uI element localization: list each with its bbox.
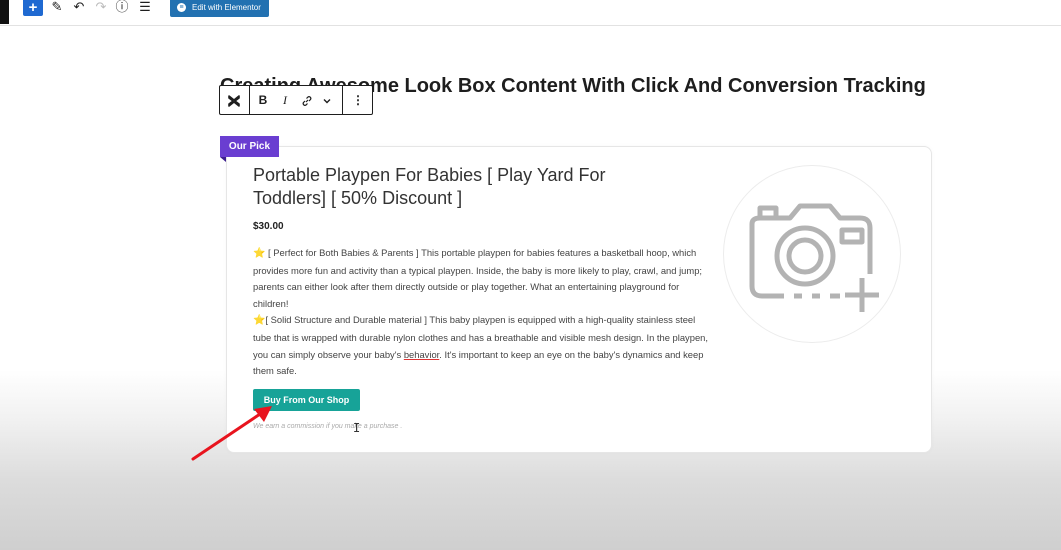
red-arrow-icon: [191, 406, 272, 461]
options-button[interactable]: ⋮: [344, 86, 372, 114]
star-icon: ⭐: [253, 248, 266, 259]
product-title[interactable]: Portable Playpen For Babies [ Play Yard …: [253, 164, 673, 210]
description-paragraph: ⭐ [ Perfect for Both Babies & Parents ] …: [253, 245, 713, 312]
toolbar-divider: [342, 86, 343, 114]
spellcheck-word: behavior: [403, 348, 440, 360]
undo-icon[interactable]: ↶: [71, 0, 87, 16]
italic-button[interactable]: I: [276, 86, 294, 114]
star-icon: ⭐: [253, 315, 266, 327]
link-button[interactable]: [298, 86, 316, 114]
lookbox-block-icon: [228, 95, 240, 107]
chevron-down-icon: [323, 98, 331, 104]
link-icon: [302, 95, 312, 106]
redo-icon[interactable]: ↷: [93, 0, 109, 16]
badge-ribbon-fold: [220, 157, 226, 162]
edit-tools-icon[interactable]: ✎: [49, 0, 65, 16]
details-info-icon[interactable]: ⓘ: [114, 0, 130, 16]
product-description: ⭐ [ Perfect for Both Babies & Parents ] …: [253, 245, 713, 380]
block-toolbar: B I ⋮: [219, 85, 373, 115]
editor-top-toolbar: + ✎ ↶ ↷ ⓘ ☰ ≡ Edit with Elementor: [0, 0, 1061, 26]
product-image-placeholder[interactable]: [723, 165, 901, 343]
description-text: [ Perfect for Both Babies & Parents ] Th…: [253, 247, 703, 309]
product-price: $30.00: [253, 221, 284, 232]
bold-button[interactable]: B: [254, 86, 272, 114]
text-cursor-icon: I: [353, 421, 361, 435]
list-view-icon[interactable]: ☰: [137, 0, 153, 16]
elementor-icon: ≡: [177, 3, 186, 13]
elementor-button-label: Edit with Elementor: [192, 3, 261, 12]
our-pick-badge: Our Pick: [220, 136, 279, 157]
edit-with-elementor-button[interactable]: ≡ Edit with Elementor: [170, 0, 269, 17]
toolbar-divider: [249, 86, 250, 114]
description-paragraph: ⭐[ Solid Structure and Durable material …: [253, 312, 713, 379]
left-dark-edge: [0, 0, 9, 24]
more-rich-text-button[interactable]: [318, 86, 336, 114]
add-block-button[interactable]: +: [23, 0, 43, 16]
block-type-icon[interactable]: [220, 86, 248, 114]
camera-plus-icon: [749, 203, 879, 312]
